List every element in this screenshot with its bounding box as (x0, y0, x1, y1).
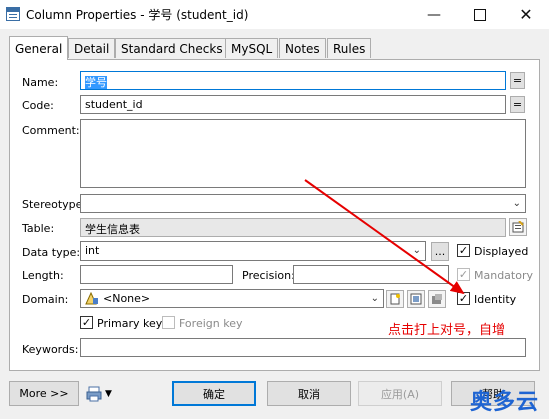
apply-button[interactable]: 应用(A) (358, 381, 442, 406)
printer-icon (86, 386, 102, 402)
annotation-arrow (304, 179, 465, 295)
tab-general[interactable]: General (9, 36, 69, 60)
ok-button[interactable]: 确定 (172, 381, 256, 406)
more-button[interactable]: More >> (9, 381, 79, 406)
print-menu-button[interactable]: ▼ (86, 384, 120, 404)
cancel-button[interactable]: 取消 (267, 381, 351, 406)
watermark: 奥多云 (469, 390, 539, 415)
dropdown-arrow-icon: ▼ (105, 389, 112, 399)
